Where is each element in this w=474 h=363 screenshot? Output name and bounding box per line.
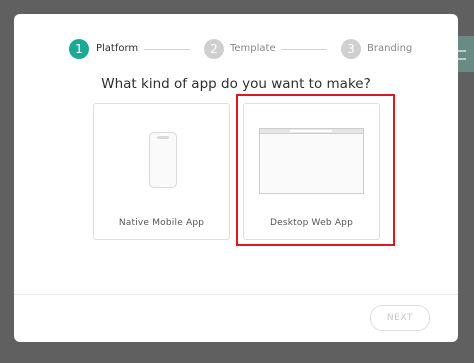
option-label: Native Mobile App: [118, 218, 205, 228]
step-3-label: Branding: [367, 43, 413, 54]
footer-divider: [14, 294, 458, 295]
next-button[interactable]: NEXT: [370, 305, 430, 331]
native-mobile-app-option[interactable]: Native Mobile App: [93, 103, 230, 240]
step-connector: [281, 49, 327, 50]
step-1-number: 1: [75, 42, 83, 56]
step-3-number: 3: [347, 42, 355, 56]
step-2-circle: 2: [204, 39, 224, 59]
step-1-circle: 1: [69, 39, 89, 59]
stepper: 1 Platform 2 Template 3 Branding: [14, 39, 458, 61]
step-1-label: Platform: [96, 43, 139, 54]
step-3-circle: 3: [341, 39, 361, 59]
menu-icon: [458, 50, 466, 60]
step-2-label: Template: [230, 43, 276, 54]
step-2-number: 2: [210, 42, 218, 56]
create-app-modal: 1 Platform 2 Template 3 Branding What ki…: [14, 14, 458, 342]
phone-icon: [149, 132, 177, 188]
page-title: What kind of app do you want to make?: [101, 76, 371, 92]
selection-highlight: [236, 94, 395, 246]
step-connector: [144, 49, 190, 50]
phone-notch: [157, 136, 169, 139]
